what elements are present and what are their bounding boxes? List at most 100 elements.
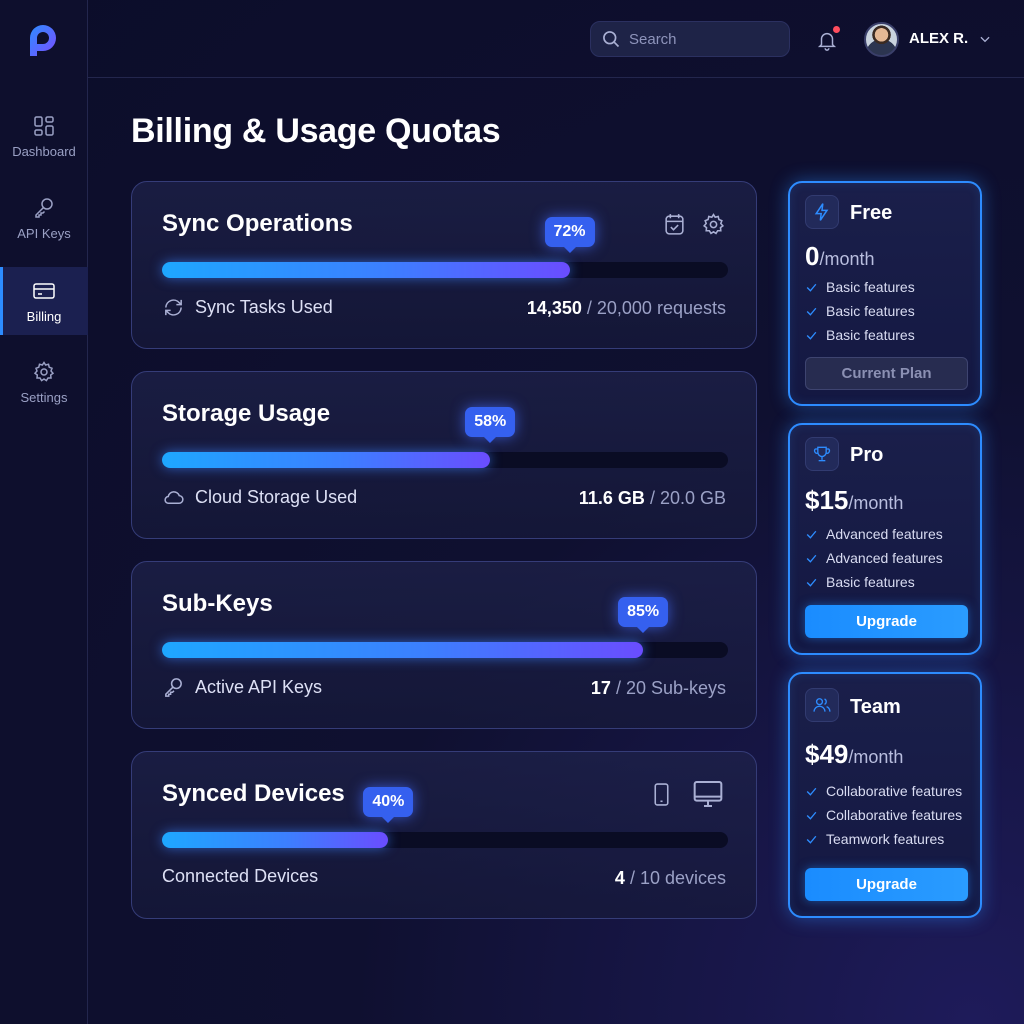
meta-label: Connected Devices [162, 866, 319, 886]
meta-label: Active API Keys [195, 677, 323, 697]
trophy-icon [813, 446, 831, 462]
feature-item: Teamwork features [805, 827, 962, 851]
feature-label: Basic features [826, 303, 915, 319]
feature-label: Collaborative features [826, 807, 963, 823]
check-icon [806, 811, 817, 820]
progress-track: 85% [162, 597, 728, 658]
usage-card-storage: Storage Usage 58% Cloud Storage Used 11.… [131, 371, 757, 539]
feature-label: Advanced features [826, 526, 943, 542]
username-label: ALEX R. [909, 30, 969, 47]
usage-value: 17 / 20 Sub-keys [591, 678, 726, 699]
feature-item: Collaborative features [805, 803, 962, 827]
check-icon [806, 530, 817, 539]
notifications-button[interactable] [816, 26, 840, 52]
sidebar: Dashboard API Keys Billing Settings [0, 0, 88, 1024]
sidebar-item-label: API Keys [17, 225, 71, 241]
percent-badge: 72% [544, 217, 595, 247]
plan-card-pro: Pro $15/month Advanced features Advanced… [788, 423, 982, 655]
check-icon [806, 307, 817, 316]
upgrade-pro-button[interactable]: Upgrade [805, 605, 968, 638]
limit-value: / 10 devices [629, 868, 726, 888]
progress-fill [162, 832, 389, 848]
feature-item: Basic features [805, 570, 943, 594]
feature-item: Advanced features [805, 522, 943, 546]
feature-label: Basic features [826, 279, 915, 295]
limit-value: / 20 Sub-keys [615, 678, 726, 698]
feature-item: Advanced features [805, 546, 943, 570]
feature-list: Advanced features Advanced features Basi… [805, 522, 943, 594]
feature-item: Collaborative features [805, 779, 962, 803]
plan-name: Free [850, 202, 893, 224]
calendar-check-icon[interactable] [662, 212, 687, 237]
key-icon [35, 197, 53, 218]
percent-badge: 58% [465, 407, 516, 437]
usage-value: 11.6 GB / 20.0 GB [579, 488, 726, 509]
credit-card-icon [33, 282, 55, 299]
sidebar-item-label: Settings [20, 389, 68, 405]
top-bar: ALEX R. [88, 0, 1024, 78]
cloud-icon [164, 491, 184, 505]
sidebar-item-label: Dashboard [12, 143, 76, 159]
current-plan-button[interactable]: Current Plan [805, 357, 968, 390]
plan-price: 0/month [805, 241, 875, 272]
sidebar-item-dashboard[interactable]: Dashboard [0, 102, 88, 170]
app-logo-icon[interactable] [26, 22, 62, 58]
progress-track: 40% [162, 787, 728, 848]
check-icon [806, 787, 817, 796]
limit-value: / 20.0 GB [649, 488, 726, 508]
price-period: /month [848, 493, 904, 513]
check-icon [806, 835, 817, 844]
users-icon [813, 698, 831, 712]
percent-badge: 85% [618, 597, 669, 627]
percent-badge: 40% [363, 787, 414, 817]
feature-label: Basic features [826, 327, 915, 343]
upgrade-team-button[interactable]: Upgrade [805, 868, 968, 901]
used-value: 4 [614, 868, 625, 888]
used-value: 11.6 GB [578, 488, 645, 508]
usage-card-sub-keys: Sub-Keys 85% Active API Keys 17 / 20 Sub… [131, 561, 757, 729]
plan-icon [805, 195, 839, 229]
feature-label: Collaborative features [826, 783, 963, 799]
sidebar-item-api-keys[interactable]: API Keys [0, 184, 88, 252]
check-icon [806, 554, 817, 563]
plan-icon [805, 437, 839, 471]
sidebar-item-billing[interactable]: Billing [0, 267, 88, 335]
progress-fill [162, 262, 570, 278]
search-input[interactable] [629, 30, 779, 48]
sidebar-item-settings[interactable]: Settings [0, 348, 88, 416]
avatar[interactable] [864, 22, 899, 57]
card-title: Sync Operations [162, 210, 353, 237]
card-title: Sub-Keys [162, 590, 273, 617]
plan-icon [805, 688, 839, 722]
progress-fill [162, 452, 491, 468]
page-title: Billing & Usage Quotas [131, 112, 501, 150]
check-icon [806, 283, 817, 292]
price-value: $15 [805, 485, 849, 515]
gear-icon[interactable] [701, 212, 726, 237]
chevron-down-icon [980, 36, 990, 42]
price-value: 0 [805, 241, 820, 271]
feature-label: Advanced features [826, 550, 943, 566]
plan-card-free: Free 0/month Basic features Basic featur… [788, 181, 982, 406]
key-icon [165, 678, 182, 697]
check-icon [806, 331, 817, 340]
user-menu[interactable]: ALEX R. [909, 30, 992, 47]
dashboard-icon [34, 115, 54, 136]
progress-fill [162, 642, 644, 658]
feature-item: Basic features [805, 275, 915, 299]
search-box[interactable] [590, 21, 790, 57]
limit-value: / 20,000 requests [586, 298, 726, 318]
notification-dot [833, 26, 840, 33]
phone-icon[interactable] [649, 782, 674, 807]
feature-label: Basic features [826, 574, 915, 590]
price-period: /month [819, 249, 875, 269]
sync-icon [165, 299, 182, 316]
price-value: $49 [805, 739, 849, 769]
monitor-icon[interactable] [690, 778, 726, 810]
price-period: /month [848, 747, 904, 767]
progress-track: 72% [162, 217, 728, 278]
card-title: Storage Usage [162, 400, 331, 427]
used-value: 17 [590, 678, 611, 698]
check-icon [806, 578, 817, 587]
card-title: Synced Devices [162, 780, 345, 807]
